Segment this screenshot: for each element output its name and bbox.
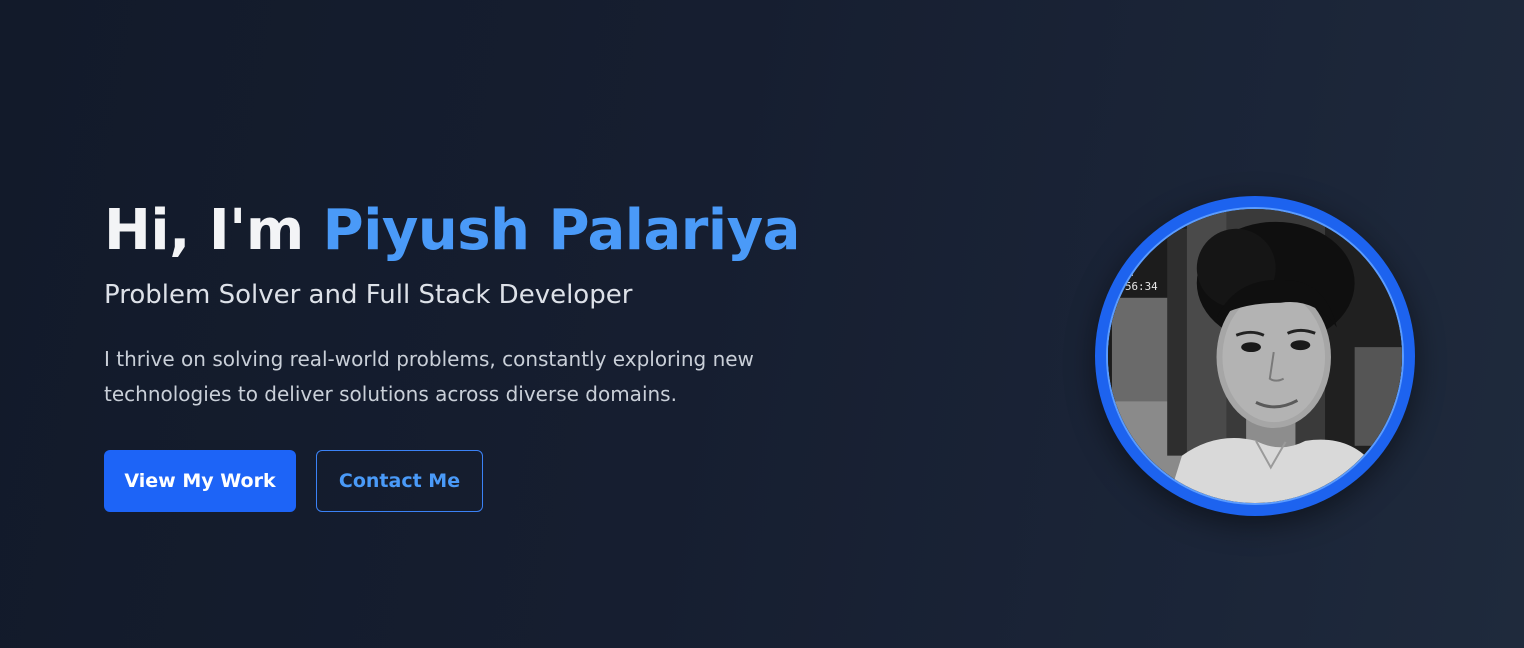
greeting-text: Hi, I'm bbox=[104, 198, 304, 263]
hero-headline: Hi, I'm Piyush Palariya bbox=[104, 196, 824, 266]
photo-overlay-line1: LAY bbox=[1116, 266, 1136, 279]
hero-section: Hi, I'm Piyush Palariya Problem Solver a… bbox=[0, 0, 1524, 648]
name-highlight: Piyush Palariya bbox=[322, 198, 801, 263]
profile-photo-frame: LAY 0:56:34 bbox=[1095, 196, 1415, 516]
profile-photo-image: LAY 0:56:34 bbox=[1108, 209, 1402, 503]
contact-me-button[interactable]: Contact Me bbox=[316, 450, 483, 512]
profile-photo: LAY 0:56:34 bbox=[1106, 207, 1404, 505]
hero-text-column: Hi, I'm Piyush Palariya Problem Solver a… bbox=[104, 196, 824, 512]
photo-overlay-line2: 0:56:34 bbox=[1112, 280, 1158, 293]
hero-subtitle: Problem Solver and Full Stack Developer bbox=[104, 280, 633, 310]
view-my-work-button[interactable]: View My Work bbox=[104, 450, 296, 512]
hero-description: I thrive on solving real-world problems,… bbox=[104, 347, 754, 406]
hero-actions: View My Work Contact Me bbox=[104, 450, 824, 512]
